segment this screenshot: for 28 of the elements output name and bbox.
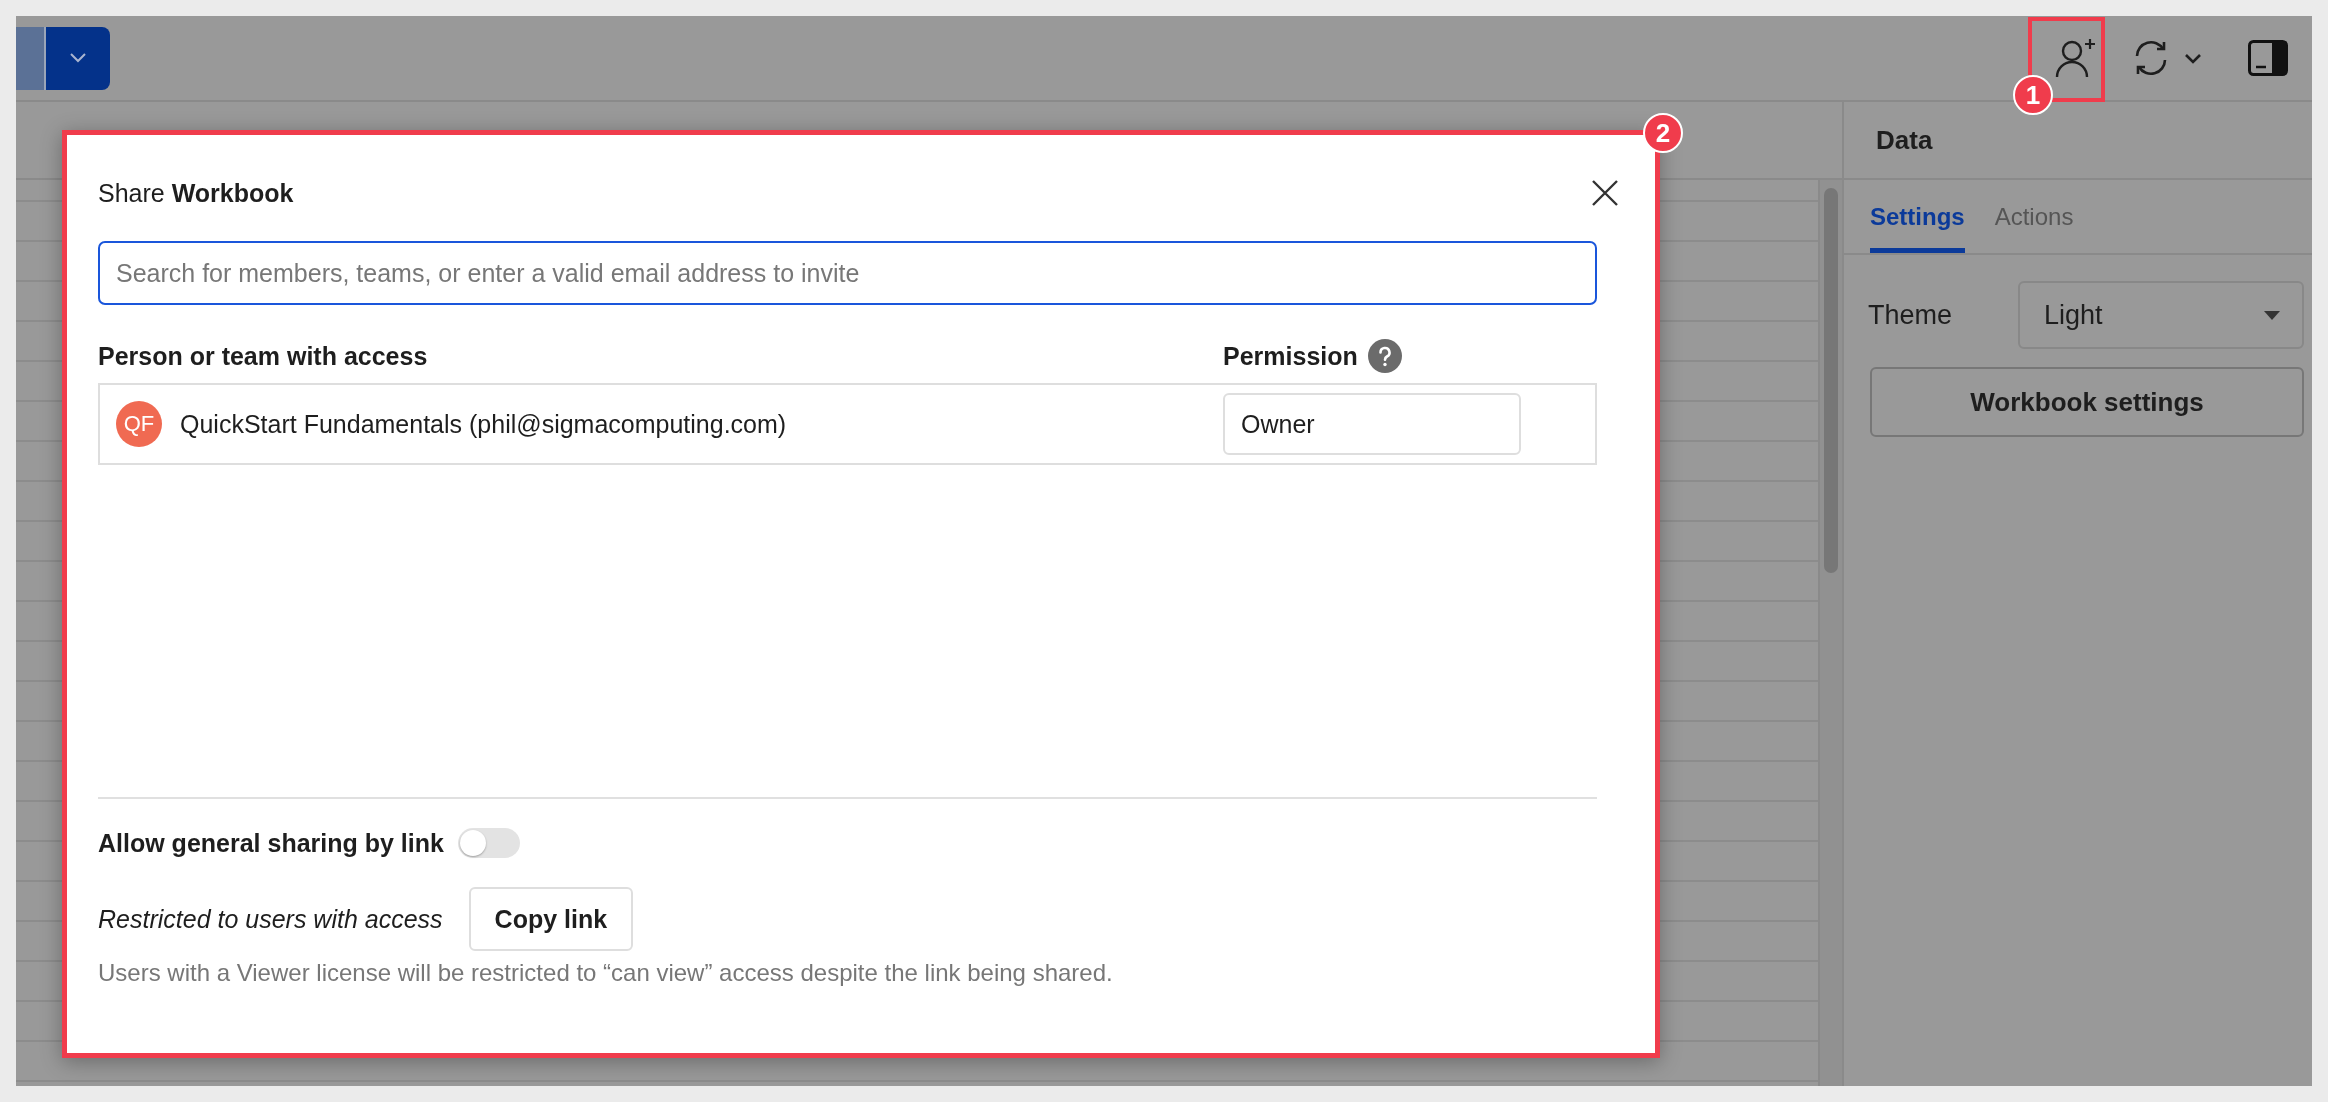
link-sharing-label: Allow general sharing by link — [98, 828, 444, 858]
member-name: QuickStart Fundamentals (phil@sigmacomputing.com) — [180, 409, 788, 439]
chevron-down-icon — [69, 53, 87, 63]
side-panel-icon[interactable] — [2248, 40, 2288, 76]
restriction-text: Restricted to users with access — [98, 904, 443, 934]
avatar-initials: QF — [116, 401, 162, 447]
panel-title: Data — [1876, 124, 1933, 156]
theme-select[interactable]: Light — [2018, 281, 2304, 349]
step-badge: 1 — [2013, 75, 2053, 115]
panel-tab[interactable]: Settings — [1870, 180, 1965, 253]
search-field[interactable]: Search for members, teams, or enter a valid email address to invite — [98, 241, 1597, 305]
column-header: Person or team with access — [98, 341, 429, 371]
license-note: Users with a Viewer license will be restricted to “can view” access despite the link being shared. — [98, 959, 1114, 987]
toggle-switch[interactable] — [457, 828, 520, 858]
help-icon[interactable] — [1367, 339, 1402, 373]
caret-icon — [2264, 310, 2280, 320]
step-badge: 2 — [1643, 113, 1683, 153]
dropdown-button[interactable] — [46, 26, 110, 90]
close-icon[interactable] — [1590, 178, 1620, 208]
copy-link-button[interactable]: Copy link — [468, 887, 634, 951]
permission-field[interactable]: Owner — [1223, 393, 1521, 455]
chevron-down-icon[interactable] — [2184, 52, 2202, 64]
scrollbar[interactable] — [1818, 180, 1842, 1086]
column-header: Permission — [1223, 341, 1358, 371]
workbook-settings-button[interactable]: Workbook settings — [1870, 367, 2304, 437]
add-person-icon[interactable] — [2054, 36, 2098, 80]
theme-label: Theme — [1868, 299, 1954, 331]
dialog-title: Share Workbook — [98, 178, 294, 208]
